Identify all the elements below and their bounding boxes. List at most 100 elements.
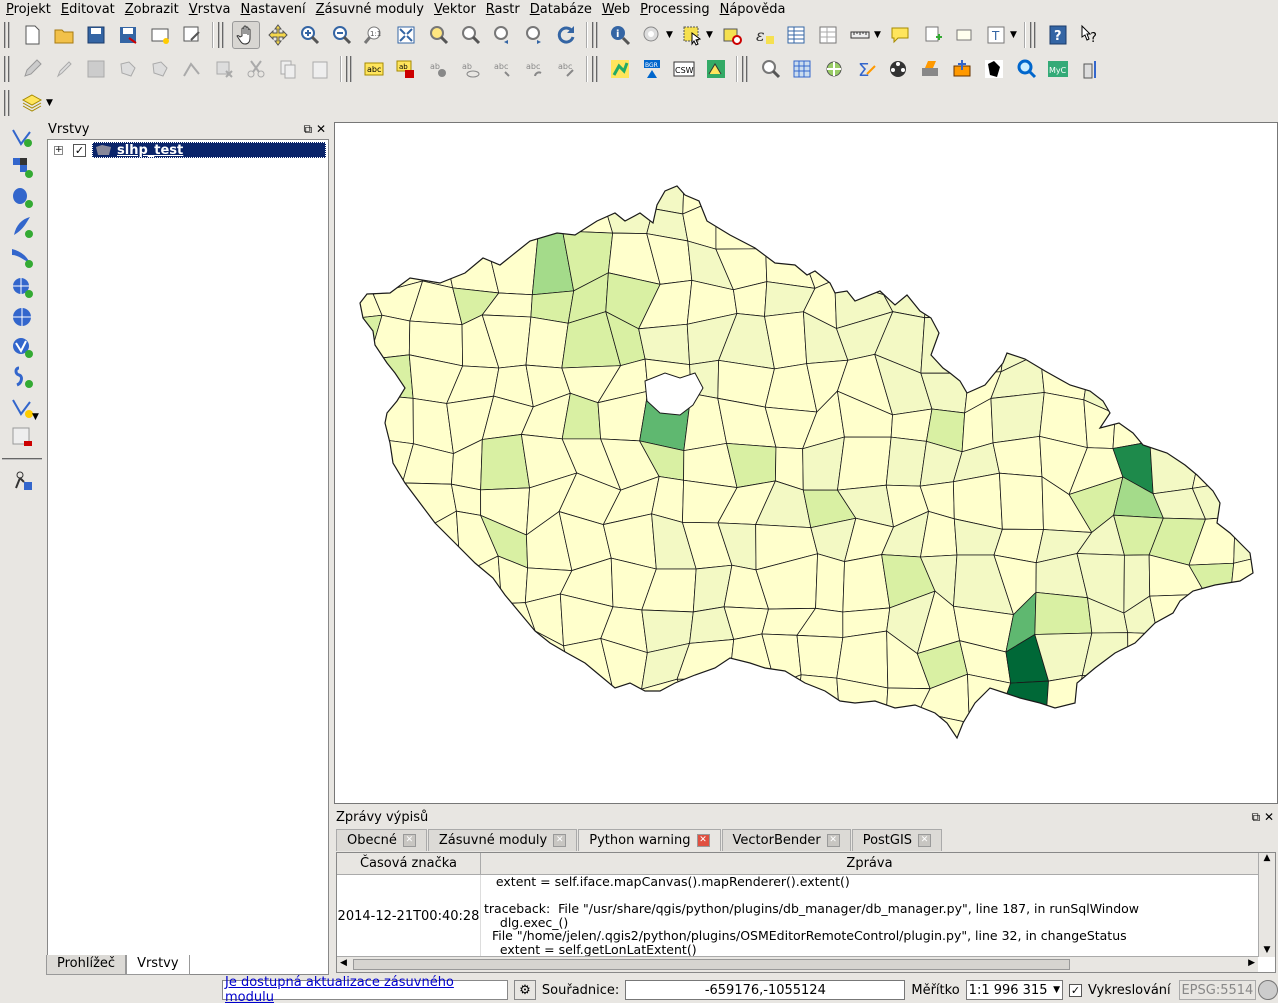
zoom-in-icon[interactable] [296, 21, 324, 49]
new-project-icon[interactable] [18, 21, 46, 49]
menu-napoveda[interactable]: Nápověda [720, 2, 786, 17]
close-tab-icon[interactable]: ✕ [826, 834, 840, 847]
show-hide-labels-icon[interactable]: ab [456, 55, 484, 83]
float-panel-icon[interactable]: ⧉ [1252, 810, 1261, 824]
save-edits-icon[interactable] [82, 55, 110, 83]
select-features-icon[interactable] [678, 21, 706, 49]
delete-selected-icon[interactable] [210, 55, 238, 83]
map-tips-icon[interactable] [886, 21, 914, 49]
menu-zobrazit[interactable]: Zobrazit [125, 2, 179, 17]
zoom-out-icon[interactable] [328, 21, 356, 49]
add-vector-layer-icon[interactable] [4, 122, 40, 152]
tab-vectorbender[interactable]: VectorBender ✕ [721, 829, 851, 851]
label-abc-icon[interactable]: abc [360, 55, 388, 83]
expression-select-icon[interactable]: ε [750, 21, 778, 49]
show-bookmarks-icon[interactable] [950, 21, 978, 49]
tab-python-warning[interactable]: Python warning ✕ [578, 829, 721, 851]
toolbar-grip[interactable] [346, 56, 352, 82]
scroll-down-icon[interactable]: ▼ [1259, 945, 1275, 955]
add-wms-layer-icon[interactable] [4, 272, 40, 302]
add-raster-layer-icon[interactable] [4, 152, 40, 182]
add-delimited-text-icon[interactable] [4, 362, 40, 392]
geocoder-plugin-icon[interactable]: BGR [638, 55, 666, 83]
close-tab-icon[interactable]: ✕ [402, 834, 416, 847]
vertical-scrollbar[interactable]: ▲ ▼ [1258, 853, 1275, 957]
copy-features-icon[interactable] [274, 55, 302, 83]
map-canvas[interactable] [334, 122, 1278, 804]
menu-web[interactable]: Web [602, 2, 630, 17]
menu-databaze[interactable]: Databáze [530, 2, 592, 17]
pin-labels-icon[interactable]: ab [424, 55, 452, 83]
new-bookmark-icon[interactable] [918, 21, 946, 49]
add-spatialite-layer-icon[interactable] [4, 212, 40, 242]
coordinate-toggle-icon[interactable]: ⚙ [514, 980, 536, 1000]
scroll-right-icon[interactable]: ▶ [1248, 958, 1255, 968]
deselect-icon[interactable] [718, 21, 746, 49]
expand-icon[interactable]: + [54, 145, 63, 155]
new-print-composer-icon[interactable] [146, 21, 174, 49]
column-header-timestamp[interactable]: Časová značka [337, 853, 481, 874]
menu-rastr[interactable]: Rastr [486, 2, 520, 17]
remove-layer-icon[interactable] [4, 422, 40, 452]
pan-icon[interactable] [232, 21, 260, 49]
menu-zasuvne-moduly[interactable]: Zásuvné moduly [316, 2, 424, 17]
chevron-down-icon[interactable]: ▼ [1053, 985, 1060, 995]
menu-projekt[interactable]: Projekt [6, 2, 51, 17]
pan-to-selection-icon[interactable] [264, 21, 292, 49]
zoom-next-icon[interactable] [520, 21, 548, 49]
refresh-icon[interactable] [552, 21, 580, 49]
layers-icon[interactable] [18, 89, 46, 117]
add-wcs-layer-icon[interactable] [4, 302, 40, 332]
menu-editovat[interactable]: Editovat [61, 2, 115, 17]
scrollbar-thumb[interactable] [353, 959, 1070, 970]
grass-plugin-icon[interactable] [606, 55, 634, 83]
help-icon[interactable]: ? [1044, 21, 1072, 49]
chevron-down-icon[interactable]: ▼ [1010, 30, 1020, 40]
close-icon[interactable]: ✕ [1264, 810, 1274, 824]
toolbar-grip[interactable] [592, 22, 598, 48]
current-edits-icon[interactable] [50, 55, 78, 83]
column-header-message[interactable]: Zpráva [481, 853, 1259, 874]
gps-tools-icon[interactable] [4, 466, 40, 496]
tab-postgis[interactable]: PostGIS ✕ [851, 829, 943, 851]
rotate-label-icon[interactable]: abc [520, 55, 548, 83]
plugin-update-link[interactable]: Je dostupná aktualizace zásuvného modulu [222, 975, 509, 1003]
crs-status[interactable]: EPSG:5514 [1178, 980, 1257, 1000]
toolbar-grip[interactable] [218, 22, 224, 48]
sum-plugin-icon[interactable]: Σ [852, 55, 880, 83]
toolbar-grip[interactable] [592, 56, 598, 82]
scale-combobox[interactable]: 1:1 996 315 ▼ [965, 980, 1064, 1000]
layer-row[interactable]: + ✓ slhp_test [54, 142, 326, 158]
composer-manager-icon[interactable] [178, 21, 206, 49]
menu-vektor[interactable]: Vektor [434, 2, 476, 17]
tab-zasuvne-moduly[interactable]: Zásuvné moduly ✕ [427, 829, 578, 851]
tab-browser[interactable]: Prohlížeč [46, 955, 127, 975]
chevron-down-icon[interactable]: ▼ [706, 30, 716, 40]
measure-icon[interactable] [846, 21, 874, 49]
layer-tree[interactable]: + ✓ slhp_test [47, 139, 329, 975]
zoom-to-selection-icon[interactable] [424, 21, 452, 49]
layer-visibility-checkbox[interactable]: ✓ [73, 143, 86, 157]
open-project-icon[interactable] [50, 21, 78, 49]
close-tab-icon[interactable]: ✕ [553, 834, 567, 847]
toolbar-grip[interactable] [742, 56, 748, 82]
text-annotation-icon[interactable]: T [982, 21, 1010, 49]
action-icon[interactable] [638, 21, 666, 49]
add-wfs-layer-icon[interactable] [4, 332, 40, 362]
save-project-icon[interactable] [82, 21, 110, 49]
chevron-down-icon[interactable]: ▼ [32, 412, 42, 422]
toolbar-grip[interactable] [4, 90, 10, 116]
myc-plugin-icon[interactable]: MyC [1044, 55, 1072, 83]
shape-plugin-icon[interactable] [980, 55, 1008, 83]
cut-features-icon[interactable] [242, 55, 270, 83]
scroll-up-icon[interactable]: ▲ [1259, 853, 1275, 863]
print-plugin-icon[interactable] [916, 55, 944, 83]
layer-labeling-icon[interactable]: ab [392, 55, 420, 83]
chevron-down-icon[interactable]: ▼ [46, 98, 56, 108]
table-row[interactable]: 2014-12-21T00:40:28 extent = self.iface.… [337, 875, 1257, 957]
add-postgis-layer-icon[interactable] [4, 182, 40, 212]
horizontal-scrollbar[interactable]: ◀ ▶ [337, 956, 1258, 972]
layer-tools-icon[interactable] [948, 55, 976, 83]
add-feature-icon[interactable] [114, 55, 142, 83]
close-tab-icon[interactable]: ✕ [918, 834, 932, 847]
